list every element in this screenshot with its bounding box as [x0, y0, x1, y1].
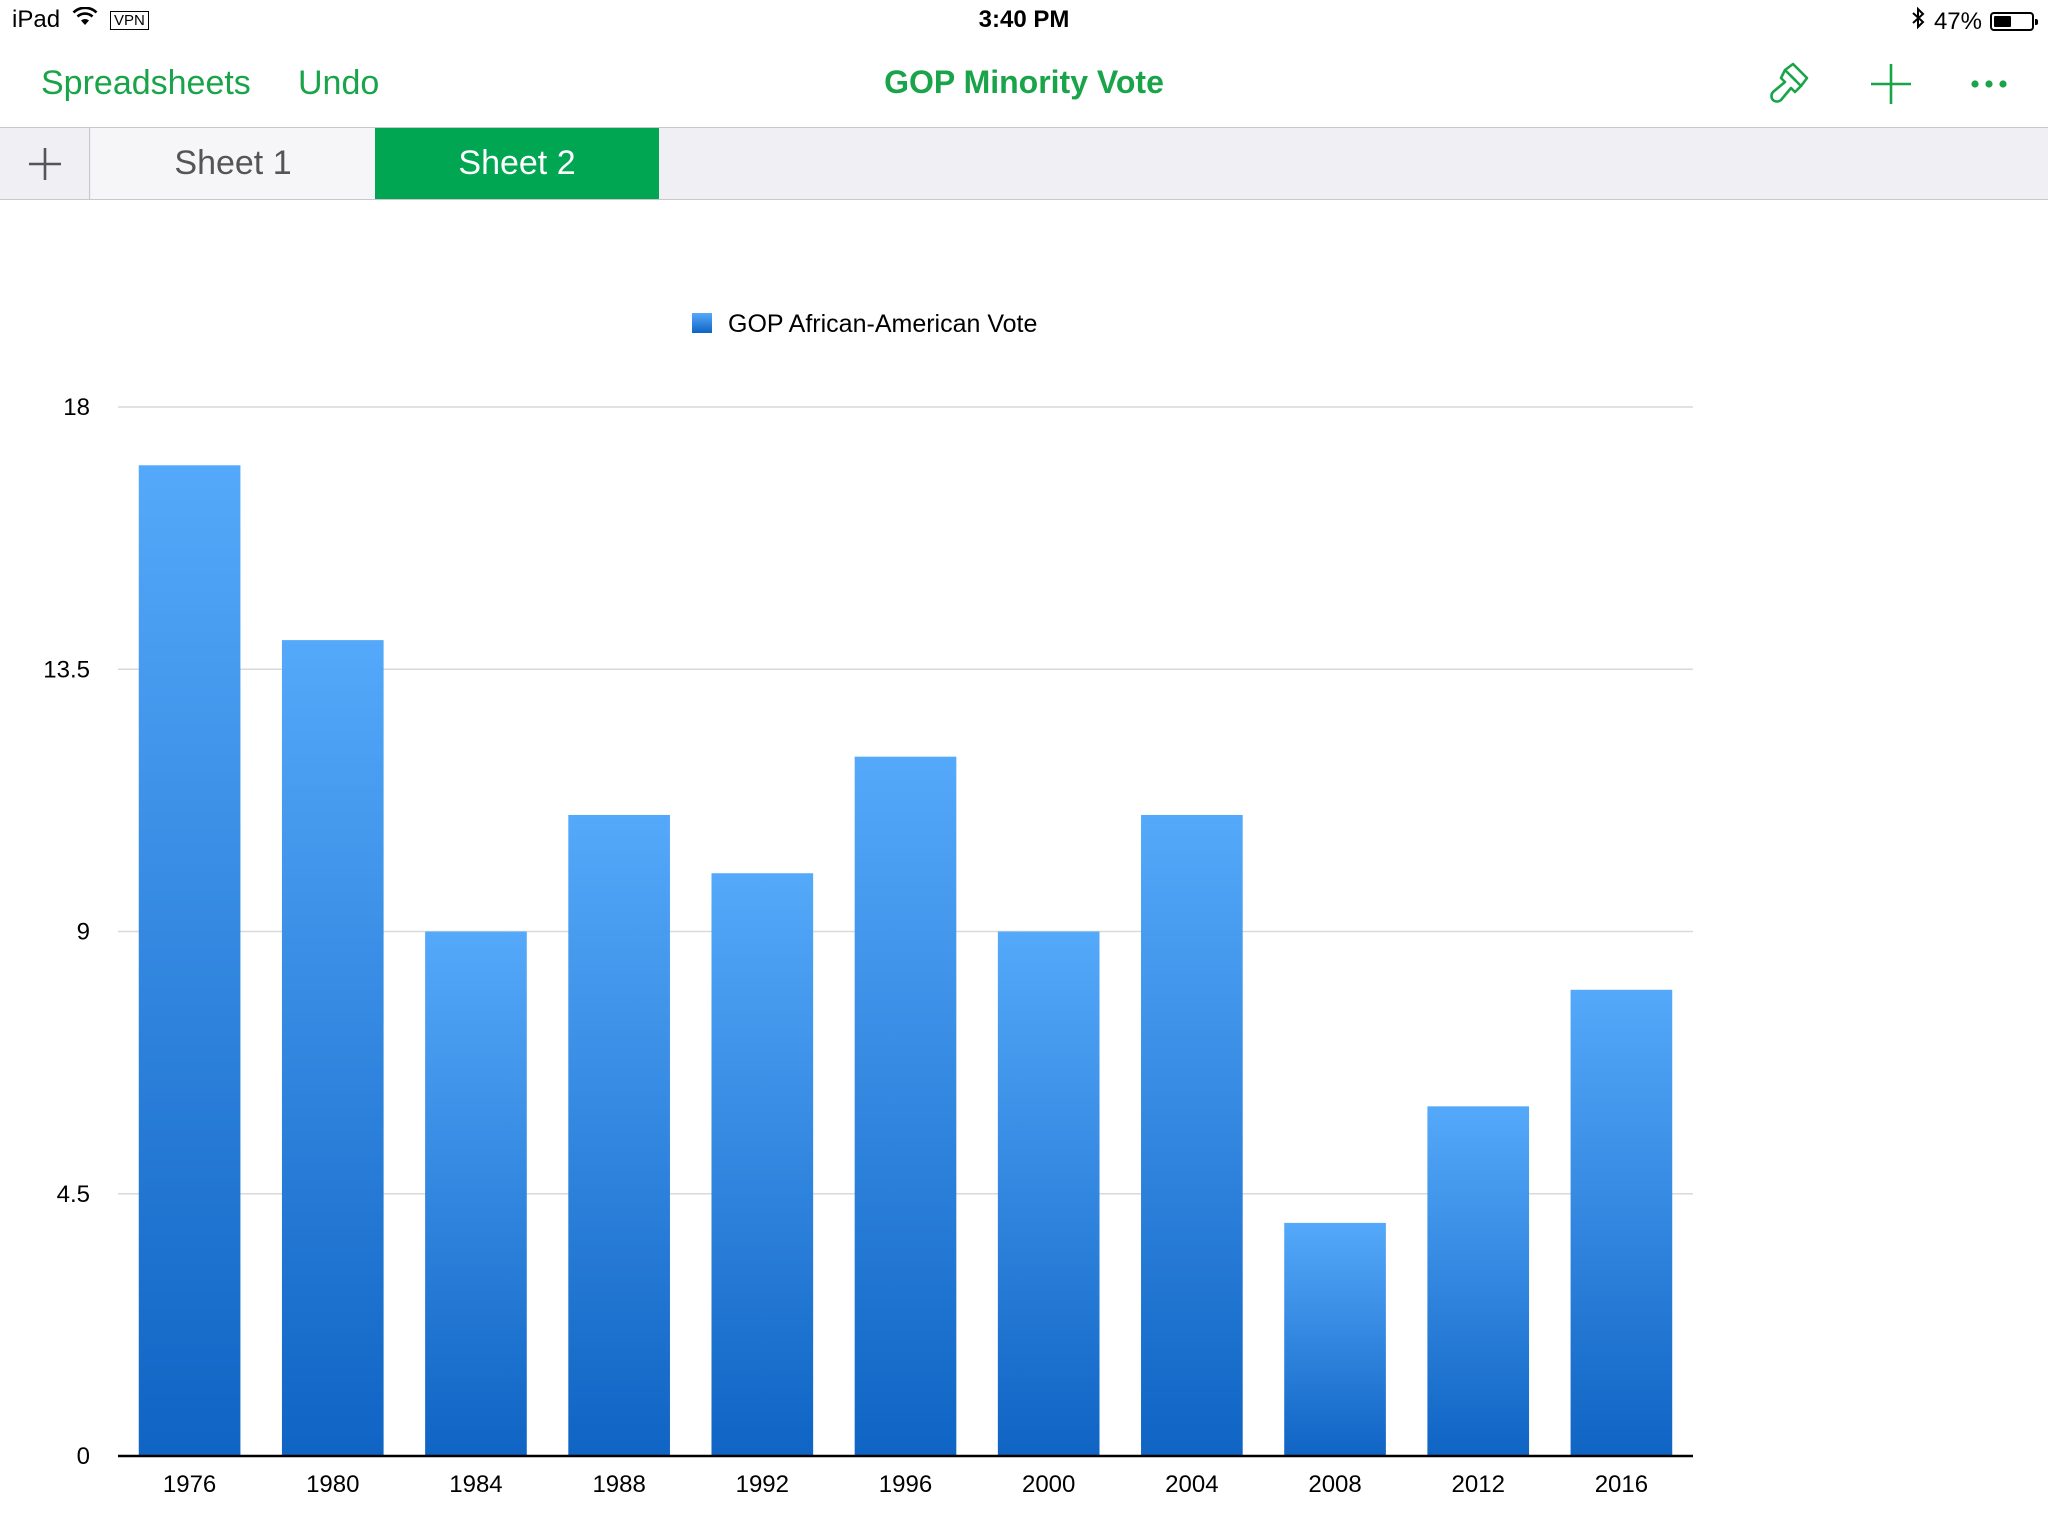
x-tick-label: 2016 [1595, 1471, 1648, 1498]
status-right: 47% [1910, 6, 2038, 37]
x-tick-label: 1984 [449, 1471, 502, 1498]
bar-1988[interactable] [568, 814, 670, 1456]
more-icon[interactable] [1964, 60, 2014, 108]
nav-bar: Spreadsheets Undo GOP Minority Vote [0, 40, 2048, 128]
add-icon[interactable] [1866, 60, 1916, 108]
x-tick-label: 1996 [879, 1471, 932, 1498]
y-tick-label: 13.5 [43, 656, 90, 683]
tab-sheet-2[interactable]: Sheet 2 [375, 128, 659, 199]
x-tick-label: 2008 [1308, 1471, 1361, 1498]
add-sheet-button[interactable] [0, 128, 90, 199]
spreadsheets-button[interactable]: Spreadsheets [41, 64, 251, 103]
battery-fill [1994, 16, 2011, 27]
legend-swatch [692, 313, 712, 333]
tab-sheet-1[interactable]: Sheet 1 [91, 128, 375, 199]
y-tick-label: 0 [77, 1443, 90, 1470]
status-bar: iPad VPN 3:40 PM 47% [0, 0, 2048, 40]
bar-1992[interactable] [711, 873, 814, 1456]
bar-1980[interactable] [281, 640, 384, 1456]
bar-1984[interactable] [425, 931, 527, 1457]
battery-percent: 47% [1933, 7, 1982, 35]
chart-legend: GOP African-American Vote [692, 310, 1037, 338]
bar-2000[interactable] [997, 931, 1100, 1457]
bar-1996[interactable] [854, 756, 957, 1456]
bar-chart: GOP African-American Vote 0 4.5 9 13.5 18 197… [43, 310, 1693, 1498]
bar-2004[interactable] [1141, 814, 1243, 1456]
x-tick-label: 1988 [592, 1471, 645, 1498]
y-tick-label: 4.5 [57, 1181, 90, 1208]
plus-icon [29, 148, 61, 180]
format-brush-icon[interactable] [1765, 60, 1815, 108]
battery-icon [1990, 12, 2038, 31]
x-tick-label: 1992 [736, 1471, 789, 1498]
bar-2008[interactable] [1284, 1222, 1386, 1456]
x-tick-label: 1980 [306, 1471, 359, 1498]
x-tick-label: 2012 [1452, 1471, 1505, 1498]
bar-1976[interactable] [138, 465, 241, 1456]
bars [138, 465, 1673, 1457]
undo-button[interactable]: Undo [298, 64, 379, 103]
y-tick-label: 18 [63, 394, 90, 421]
x-tick-label: 2004 [1165, 1471, 1218, 1498]
y-tick-label: 9 [77, 919, 90, 946]
bar-2012[interactable] [1427, 1106, 1530, 1456]
legend-label: GOP African-American Vote [728, 310, 1037, 338]
x-tick-label: 1976 [163, 1471, 216, 1498]
bar-2016[interactable] [1570, 989, 1673, 1456]
sheet-tab-bar: Sheet 1 Sheet 2 [0, 128, 2048, 200]
x-tick-label: 2000 [1022, 1471, 1075, 1498]
bluetooth-icon [1910, 6, 1926, 37]
status-time: 3:40 PM [978, 6, 1070, 33]
